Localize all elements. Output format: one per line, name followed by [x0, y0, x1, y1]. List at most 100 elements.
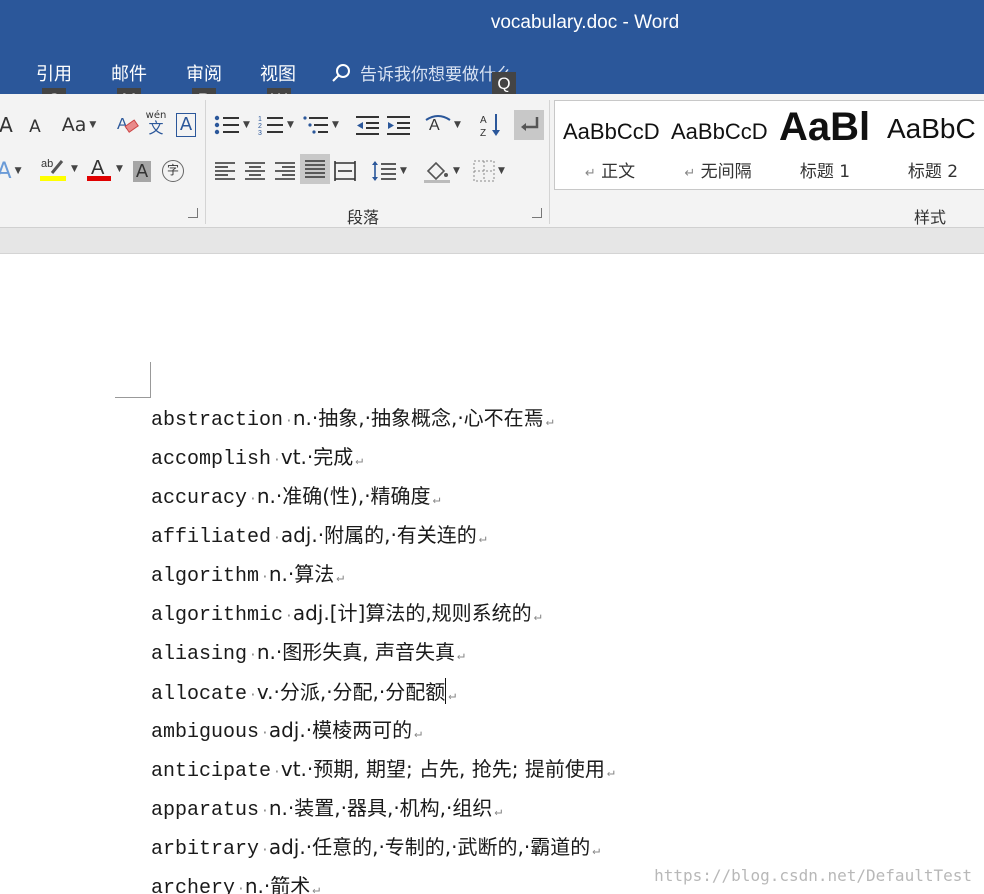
space-mark: · [273, 453, 281, 468]
grow-font-icon: A [0, 113, 13, 137]
tab-view[interactable]: 视图 [260, 60, 296, 86]
svg-text:2: 2 [258, 123, 262, 130]
paragraph-mark: ↵ [414, 726, 422, 741]
font-color-icon: A [87, 157, 112, 181]
increase-indent-button[interactable] [383, 110, 413, 140]
space-mark: · [273, 531, 281, 546]
tab-mailings[interactable]: 邮件 [111, 60, 147, 86]
definition: n.·准确(性),·精确度 [256, 484, 431, 508]
document-line[interactable]: accuracy ·n.·准确(性),·精确度 ↵ [151, 483, 615, 522]
document-line[interactable]: abstraction ·n.·抽象,·抽象概念,·心不在焉 ↵ [151, 405, 615, 444]
document-line[interactable]: archery ·n.·箭术 ↵ [151, 873, 615, 894]
font-color-button[interactable]: A ▼ [84, 154, 126, 184]
definition: n.·装置,·器具,·机构,·组织 [268, 796, 493, 820]
decrease-indent-button[interactable] [352, 110, 382, 140]
document-line[interactable]: anticipate ·vt.·预期, 期望; 占先, 抢先; 提前使用 ↵ [151, 756, 615, 795]
vocabulary-word: allocate [151, 683, 248, 706]
document-line[interactable]: algorithmic ·adj.[计]算法的,规则系统的 ↵ [151, 600, 615, 639]
vocabulary-word: algorithm [151, 565, 260, 588]
group-separator [205, 100, 206, 224]
borders-button[interactable]: ▼ [468, 156, 510, 186]
paint-bucket-icon [424, 161, 451, 183]
space-mark: · [249, 648, 257, 663]
character-border-icon: A [175, 113, 197, 137]
multilevel-list-button[interactable]: ▼ [300, 110, 342, 140]
tell-me-search[interactable]: 告诉我你想要做什么 [330, 60, 513, 85]
text-effects-button[interactable]: A ▼ [0, 156, 24, 186]
svg-text:A: A [480, 115, 487, 126]
tab-review[interactable]: 审阅 [186, 60, 222, 86]
eraser-icon: A [117, 116, 139, 133]
grow-font-button[interactable]: A [0, 110, 16, 140]
vocabulary-word: archery [151, 877, 236, 894]
text-direction-button[interactable]: A ▼ [422, 110, 464, 140]
document-line[interactable]: ambiguous ·adj.·模棱两可的 ↵ [151, 717, 615, 756]
document-body[interactable]: abstraction ·n.·抽象,·抽象概念,·心不在焉 ↵ accomplish… [151, 405, 615, 894]
definition: n.·箭术 [244, 874, 311, 894]
paragraph-dialog-launcher[interactable] [532, 208, 542, 218]
justify-button[interactable] [300, 154, 330, 184]
bullets-button[interactable]: ▼ [212, 110, 252, 140]
svg-text:A: A [91, 157, 105, 179]
numbering-button[interactable]: 1 2 3 ▼ [256, 110, 296, 140]
numbering-icon: 123 [258, 116, 284, 136]
svg-text:A: A [117, 116, 128, 133]
styles-group-label: 样式 [914, 208, 947, 227]
paragraph-group-label: 段落 [347, 208, 380, 227]
document-line[interactable]: algorithm ·n.·算法 ↵ [151, 561, 615, 600]
style-no-spacing[interactable]: AaBbCcD ↵ 无间隔 [663, 101, 771, 189]
document-line[interactable]: apparatus ·n.·装置,·器具,·机构,·组织 ↵ [151, 795, 615, 834]
character-border-button[interactable]: A [172, 110, 200, 140]
style-heading-1[interactable]: AaBl 标题 1 [771, 101, 879, 189]
show-hide-marks-button[interactable] [514, 110, 544, 140]
clear-formatting-button[interactable]: A [112, 110, 142, 140]
text-cursor [445, 678, 447, 704]
document-line[interactable]: arbitrary ·adj.·任意的,·专制的,·武断的,·霸道的 ↵ [151, 834, 615, 873]
paragraph-mark: ↵ [448, 688, 457, 703]
phonetic-guide-button[interactable]: wén 文 [145, 108, 167, 138]
style-heading-2[interactable]: AaBbC 标题 2 [879, 101, 984, 189]
align-left-icon [215, 162, 235, 180]
search-placeholder: 告诉我你想要做什么 [360, 65, 513, 85]
paragraph-mark: ↵ [533, 609, 542, 624]
style-name: 标题 1 [799, 162, 851, 182]
svg-text:Z: Z [480, 128, 486, 138]
style-normal[interactable]: AaBbCcD ↵ 正文 [555, 101, 663, 189]
paragraph-mark: ↵ [478, 531, 487, 546]
style-name: ↵ 正文 [584, 162, 636, 182]
window-title: vocabulary.doc - Word [490, 12, 680, 33]
line-spacing-button[interactable]: ▼ [368, 156, 410, 186]
document-page[interactable]: abstraction ·n.·抽象,·抽象概念,·心不在焉 ↵ accomplish… [0, 255, 984, 894]
sort-button[interactable]: AZ [476, 110, 506, 140]
document-line[interactable]: accomplish ·vt.·完成 ↵ [151, 444, 615, 483]
vocabulary-word: aliasing [151, 643, 248, 666]
distributed-button[interactable] [332, 156, 358, 186]
definition: n.·抽象,·抽象概念,·心不在焉 [292, 406, 544, 430]
change-case-icon: Aa [61, 114, 87, 136]
shrink-font-button[interactable]: A [22, 112, 48, 142]
tab-references[interactable]: 引用 [36, 60, 72, 86]
enclose-characters-icon: 字 [162, 160, 184, 182]
paragraph-mark: ↵ [494, 804, 503, 819]
align-center-button[interactable] [242, 156, 268, 186]
paragraph-mark: ↵ [606, 765, 615, 780]
vocabulary-word: affiliated [151, 526, 272, 549]
ribbon: A A Aa ▼ A wén 文 A A ▼ ab ▼ A ▼ A 字 ▼ 1 2 3 ▼ ▼… [0, 94, 984, 228]
shading-button[interactable]: ▼ [420, 156, 464, 186]
document-line[interactable]: affiliated ·adj.·附属的,·有关连的 ↵ [151, 522, 615, 561]
align-right-button[interactable] [272, 156, 298, 186]
margin-corner-mark [115, 362, 151, 398]
align-left-button[interactable] [212, 156, 238, 186]
document-line[interactable]: allocate ·v.·分派,·分配,·分配额 ↵ [151, 678, 615, 717]
text-effects-icon: A [0, 158, 12, 184]
watermark: https://blog.csdn.net/DefaultTest [654, 866, 972, 885]
enclose-characters-button[interactable]: 字 [160, 156, 186, 186]
definition: adj.·附属的,·有关连的 [280, 523, 477, 547]
font-dialog-launcher[interactable] [188, 208, 198, 218]
document-line[interactable]: aliasing ·n.·图形失真, 声音失真 ↵ [151, 639, 615, 678]
change-case-button[interactable]: Aa ▼ [58, 110, 100, 140]
text-highlight-button[interactable]: ab ▼ [38, 154, 80, 184]
paragraph-mark: ↵ [312, 882, 321, 894]
character-shading-button[interactable]: A [130, 156, 154, 186]
align-right-icon [275, 162, 295, 180]
